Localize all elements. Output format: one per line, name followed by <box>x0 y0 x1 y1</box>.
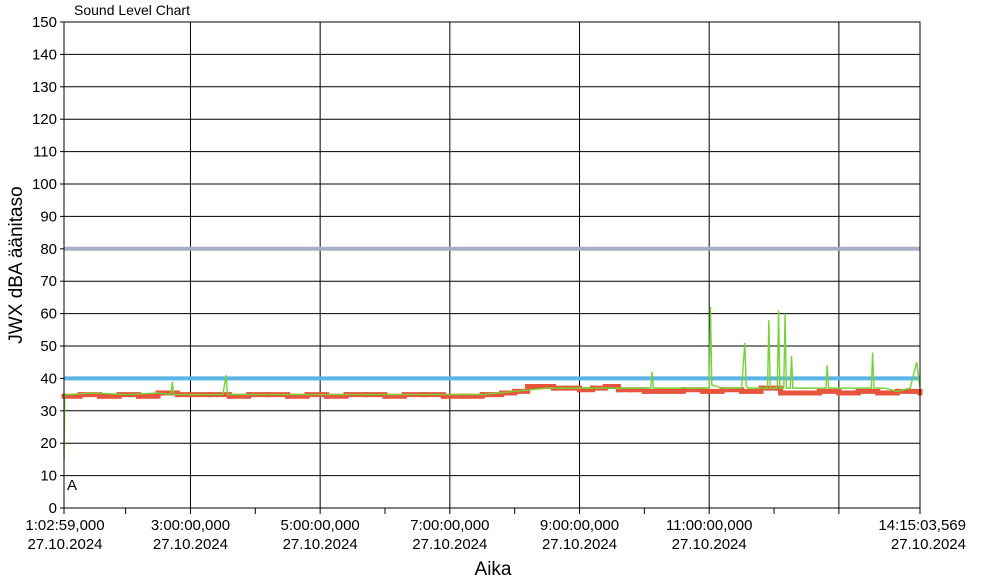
y-tick-label: 50 <box>40 338 57 355</box>
y-tick-label: 20 <box>40 435 57 452</box>
y-tick-label: 90 <box>40 208 57 225</box>
x-tick-time: 3:00:00,000 <box>151 517 230 534</box>
sound-level-chart: 0 10 20 30 40 50 60 70 80 90 100 110 120 130 140 150 1:… <box>6 14 966 580</box>
y-tick-label: 0 <box>49 500 57 517</box>
x-tick-date: 27.10.2024 <box>672 536 747 553</box>
x-tick-date: 27.10.2024 <box>283 536 358 553</box>
y-axis-title: JWX dBA äänitaso <box>6 186 27 343</box>
series-red-point <box>739 388 745 394</box>
x-tick-date: 27.10.2024 <box>542 536 617 553</box>
y-tick-label: 30 <box>40 403 57 420</box>
x-tick-date: 27.10.2024 <box>153 536 228 553</box>
series-red-point <box>855 388 861 394</box>
x-tick-date: 27.10.2024 <box>891 536 966 553</box>
series-red-point <box>797 390 803 396</box>
x-tick-date: 27.10.2024 <box>412 536 487 553</box>
x-tick-time: 9:00:00,000 <box>540 517 619 534</box>
x-tick-time: 5:00:00,000 <box>281 517 360 534</box>
y-tick-label: 60 <box>40 306 57 323</box>
series-red-point <box>525 384 531 389</box>
y-tick-label: 130 <box>32 79 57 96</box>
marker-label: A <box>67 477 77 494</box>
x-tick-time: 1:02:59,000 <box>25 517 104 534</box>
y-tick-label: 150 <box>32 14 57 31</box>
series-green-line <box>63 307 921 460</box>
series-red-point <box>836 390 842 396</box>
series-red-point <box>661 388 667 394</box>
y-tick-label: 140 <box>32 46 57 63</box>
y-tick-label: 120 <box>32 111 57 128</box>
x-axis-ticks: 1:02:59,000 27.10.2024 3:00:00,000 27.10.20… <box>25 508 966 553</box>
x-tick-time: 14:15:03,569 <box>878 517 966 534</box>
y-tick-label: 40 <box>40 370 57 387</box>
y-tick-label: 70 <box>40 273 57 290</box>
x-axis-title: Aika <box>475 559 512 580</box>
series-red-point <box>641 388 647 394</box>
series-red-point <box>778 390 784 396</box>
y-tick-label: 10 <box>40 468 57 485</box>
y-tick-label: 110 <box>33 144 57 161</box>
y-tick-label: 100 <box>32 176 57 193</box>
y-tick-label: 80 <box>40 241 57 258</box>
series-red-point <box>700 388 706 394</box>
x-tick-date: 27.10.2024 <box>27 536 102 553</box>
series-red-point <box>816 388 822 394</box>
plot-border <box>63 21 921 509</box>
grid-layer <box>64 21 920 509</box>
series-red-point <box>875 390 881 396</box>
x-tick-time: 7:00:00,000 <box>410 517 489 534</box>
x-tick-time: 11:00:00,000 <box>666 517 752 534</box>
series-red-point <box>97 393 103 399</box>
y-axis-ticks: 0 10 20 30 40 50 60 70 80 90 100 110 120 130 140 150 <box>32 14 64 517</box>
